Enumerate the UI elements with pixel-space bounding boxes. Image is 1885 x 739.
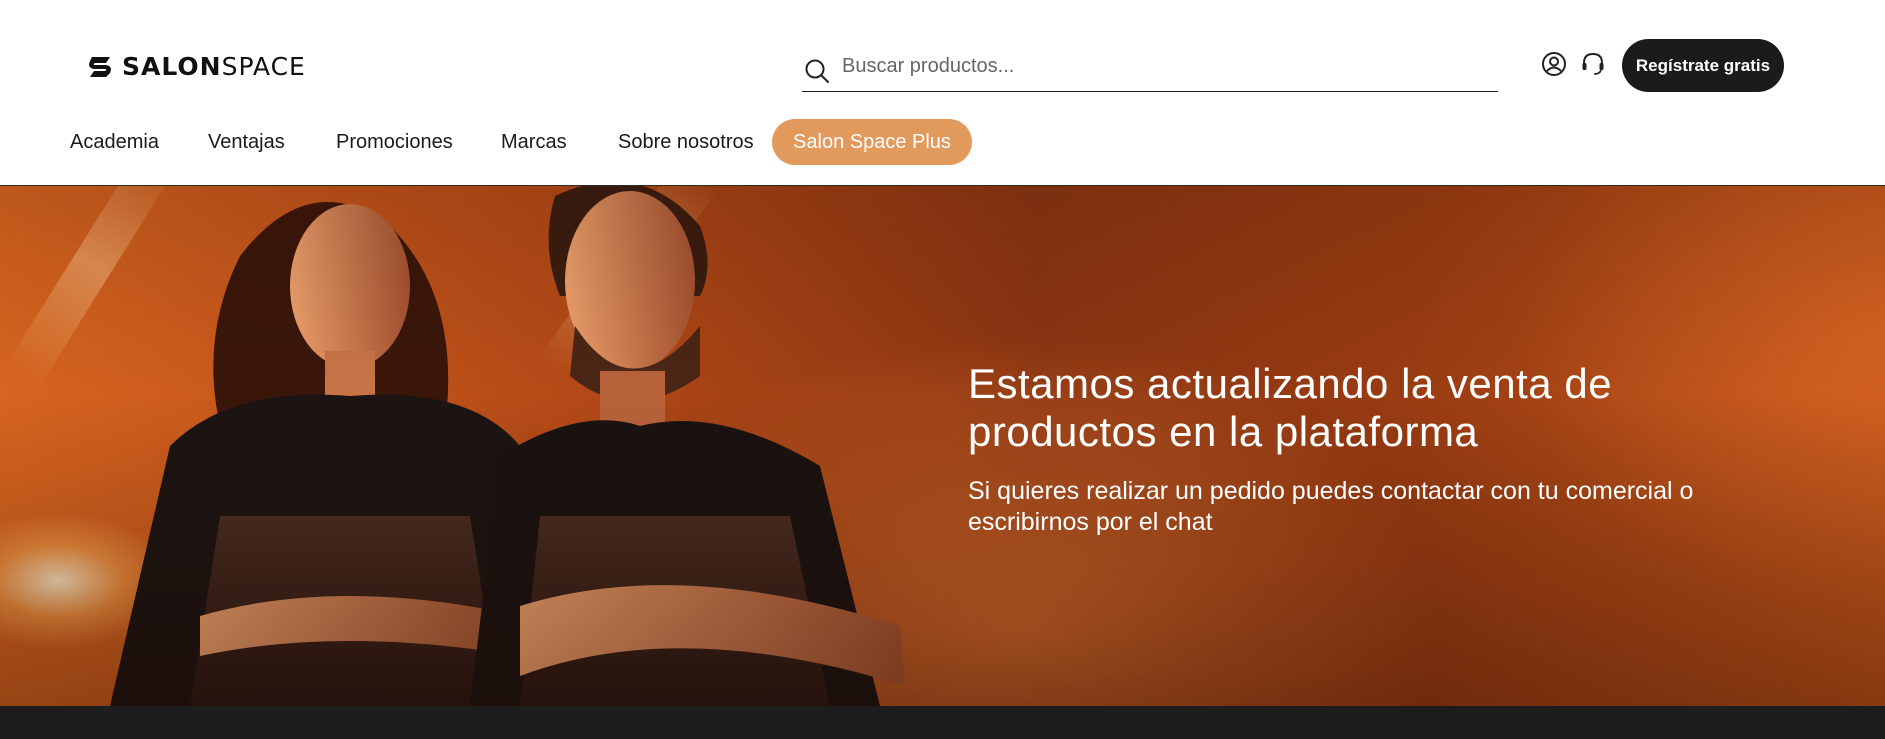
search-icon[interactable] xyxy=(804,58,830,84)
nav-item-sobre-nosotros[interactable]: Sobre nosotros xyxy=(618,119,754,165)
logo[interactable]: SALONSPACE xyxy=(86,52,306,81)
nav-item-promociones[interactable]: Promociones xyxy=(336,119,453,165)
hero-text: Estamos actualizando la venta de product… xyxy=(968,360,1768,538)
user-account-button[interactable] xyxy=(1540,50,1568,78)
logo-text-salon: SALON xyxy=(122,52,222,81)
hero-title: Estamos actualizando la venta de product… xyxy=(968,360,1613,455)
nav-item-marcas[interactable]: Marcas xyxy=(501,119,567,165)
register-button[interactable]: Regístrate gratis xyxy=(1622,39,1784,92)
footer-strip xyxy=(0,706,1885,739)
headset-icon xyxy=(1582,52,1604,75)
hero-banner: Estamos actualizando la venta de product… xyxy=(0,186,1885,706)
hero-subtitle: Si quieres realizar un pedido puedes con… xyxy=(968,477,1694,536)
nav-item-ventajas[interactable]: Ventajas xyxy=(208,119,285,165)
logo-text-space: SPACE xyxy=(221,52,306,81)
support-button[interactable] xyxy=(1579,50,1607,78)
nav-item-salon-space-plus[interactable]: Salon Space Plus xyxy=(772,119,972,165)
logo-icon xyxy=(89,56,111,77)
search-input[interactable] xyxy=(842,55,1462,78)
nav-item-academia[interactable]: Academia xyxy=(70,119,159,165)
user-icon xyxy=(1542,52,1566,76)
search-bar xyxy=(802,42,1498,92)
